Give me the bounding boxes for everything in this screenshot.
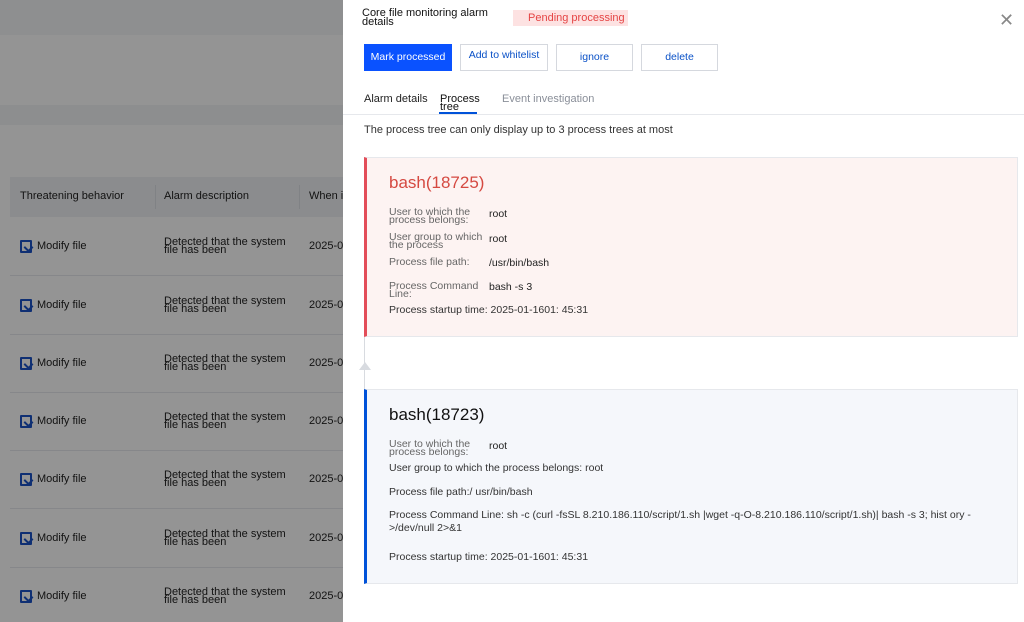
process-tree-hint: The process tree can only display up to …: [364, 124, 673, 136]
process-card: bash(18723) User to which the process be…: [364, 389, 1018, 584]
arrow-up-icon: [359, 362, 371, 370]
delete-button[interactable]: delete: [641, 44, 718, 71]
command-line: Process Command Line: sh -c (curl -fsSL …: [389, 509, 971, 534]
path-line: Process file path:/ usr/bin/bash: [389, 486, 533, 498]
user-label: User to which the process belongs:: [389, 438, 471, 458]
user-value: root: [489, 208, 508, 220]
user-value: root: [489, 440, 508, 452]
command-line-value: bash -s 3: [489, 281, 533, 293]
process-title: bash(18723): [389, 405, 485, 424]
tab-event-investigation[interactable]: Event investigation: [502, 93, 594, 105]
group-label: User group to which the process: [389, 231, 483, 251]
user-label: User to which the process belongs:: [389, 206, 471, 226]
tab-process-tree[interactable]: Process tree: [440, 94, 480, 113]
add-to-whitelist-button[interactable]: Add to whitelist: [460, 44, 548, 71]
ignore-button[interactable]: ignore: [556, 44, 633, 71]
path-label: Process file path:: [389, 256, 470, 268]
close-icon[interactable]: ✕: [999, 10, 1014, 31]
startup-time: Process startup time: 2025-01-1601: 45:3…: [389, 551, 589, 563]
command-line-label: Process Command Line:: [389, 280, 479, 300]
group-line: User group to which the process belongs:…: [389, 462, 604, 474]
startup-time: Process startup time: 2025-01-1601: 45:3…: [389, 304, 589, 316]
status-badge: Pending processing: [513, 10, 628, 26]
alarm-details-drawer: Core file monitoring alarm details Pendi…: [343, 0, 1024, 622]
modal-overlay[interactable]: [0, 0, 343, 622]
process-card: bash(18725) User to which the process be…: [364, 157, 1018, 337]
group-value: root: [489, 233, 508, 245]
mark-processed-button[interactable]: Mark processed: [364, 44, 452, 71]
tab-alarm-details[interactable]: Alarm details: [364, 93, 428, 105]
drawer-title: Core file monitoring alarm details: [362, 7, 488, 28]
path-value: /usr/bin/bash: [489, 257, 550, 269]
tab-divider: [343, 114, 1024, 115]
process-title: bash(18725): [389, 173, 485, 192]
